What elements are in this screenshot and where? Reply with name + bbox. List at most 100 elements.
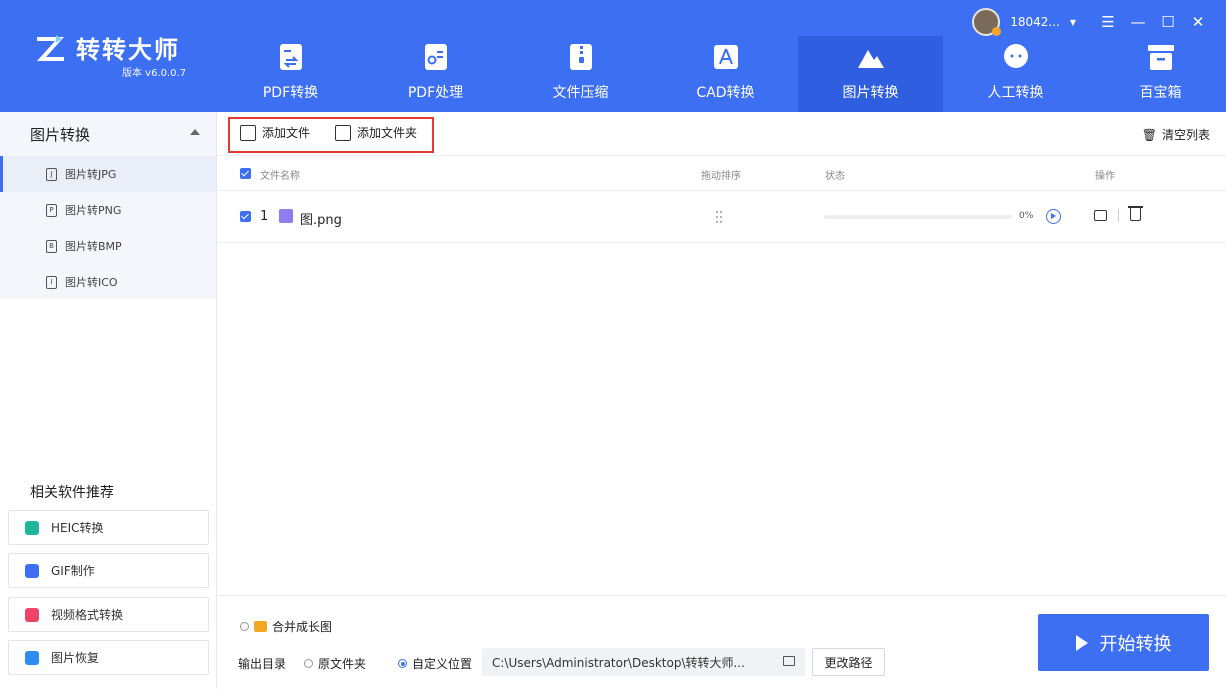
nav-manual-convert[interactable]: 人工转换: [943, 36, 1088, 112]
nav-cad-convert[interactable]: CAD转换: [653, 36, 798, 112]
nav-label: CAD转换: [696, 85, 755, 101]
progress-bar: [824, 215, 1012, 219]
sidebar-item-label: 图片转JPG: [65, 168, 117, 181]
zip-icon: [569, 44, 592, 70]
gif-icon: [25, 563, 39, 578]
progress-text: 0%: [1019, 211, 1034, 221]
pdf-convert-icon: [279, 44, 302, 70]
nav-pdf-convert[interactable]: PDF转换: [218, 36, 363, 112]
recommend-label: HEIC转换: [51, 521, 104, 535]
header-sort: 拖动排序: [701, 171, 741, 182]
menu-icon[interactable]: ☰: [1098, 12, 1118, 32]
recommend-label: 视频格式转换: [51, 608, 124, 622]
row-checkbox[interactable]: [240, 211, 251, 222]
recommend-heic[interactable]: HEIC转换: [8, 510, 209, 545]
nav-label: 图片转换: [842, 85, 899, 101]
app-header: 转转大师 版本 v6.0.0.7 PDF转换 PDF处理 文件压缩 CAD转换 …: [0, 0, 1226, 112]
start-convert-button[interactable]: 开始转换: [1038, 614, 1209, 671]
nav-toolbox[interactable]: 百宝箱: [1088, 36, 1226, 112]
trash-icon: 🗑: [1141, 127, 1157, 142]
chat-icon: [1003, 44, 1028, 68]
merge-radio[interactable]: [240, 622, 249, 631]
file-toolbar: 添加文件 添加文件夹 🗑 清空列表: [218, 112, 1226, 156]
add-file-button[interactable]: 添加文件: [240, 124, 310, 141]
recovery-icon: [25, 650, 39, 665]
add-file-label: 添加文件: [262, 126, 311, 140]
recommend-gif[interactable]: GIF制作: [8, 553, 209, 588]
open-folder-icon[interactable]: [1094, 210, 1107, 221]
select-all-checkbox[interactable]: [240, 168, 251, 179]
play-icon: [1075, 634, 1088, 651]
chevron-down-icon[interactable]: ▼: [1070, 18, 1076, 27]
table-row: 1 图.png 0%: [218, 192, 1226, 243]
sidebar-item-bmp[interactable]: B 图片转BMP: [0, 228, 216, 264]
sidebar-item-label: 图片转PNG: [65, 204, 122, 217]
clear-list-label: 清空列表: [1161, 128, 1210, 142]
avatar[interactable]: [972, 8, 1002, 36]
file-ico-icon: I: [46, 275, 57, 289]
top-bar: 18042... ▼ ☰ — ☐ ✕: [972, 8, 1208, 36]
merge-option[interactable]: 合并成长图: [240, 618, 332, 635]
start-label: 开始转换: [1099, 633, 1172, 655]
add-folder-icon: [335, 124, 351, 141]
original-radio[interactable]: [304, 659, 313, 668]
sidebar-group-title: 图片转换: [30, 125, 91, 144]
divider: [1118, 209, 1119, 222]
vip-icon: [254, 621, 267, 632]
sidebar-item-label: 图片转BMP: [65, 240, 122, 253]
drag-handle-icon[interactable]: [715, 210, 723, 224]
image-file-icon: [279, 209, 293, 223]
file-name: 图.png: [300, 213, 342, 228]
recommend-title: 相关软件推荐: [30, 485, 114, 501]
sidebar: 图片转换 J 图片转JPG P 图片转PNG B 图片转BMP I 图片转ICO…: [0, 112, 217, 689]
row-index: 1: [260, 209, 269, 224]
nav-label: PDF转换: [262, 85, 319, 101]
main-nav: PDF转换 PDF处理 文件压缩 CAD转换 图片转换 人工转换 百宝箱: [218, 36, 1226, 112]
app-version: 版本 v6.0.0.7: [122, 68, 187, 79]
sidebar-group-header[interactable]: 图片转换: [0, 112, 216, 156]
original-label: 原文件夹: [318, 657, 367, 671]
header-name: 文件名称: [260, 171, 300, 182]
nav-label: 文件压缩: [552, 85, 609, 101]
heic-icon: [25, 520, 39, 535]
minimize-icon[interactable]: —: [1128, 12, 1148, 32]
recommend-label: 图片恢复: [51, 651, 100, 665]
sidebar-item-ico[interactable]: I 图片转ICO: [0, 264, 216, 300]
change-path-button[interactable]: 更改路径: [812, 648, 885, 676]
recommend-video[interactable]: 视频格式转换: [8, 597, 209, 632]
logo-z-icon: [34, 33, 68, 63]
nav-label: PDF处理: [407, 85, 464, 101]
add-folder-label: 添加文件夹: [357, 126, 418, 140]
user-name[interactable]: 18042...: [1010, 15, 1060, 29]
option-custom-location[interactable]: 自定义位置: [398, 655, 472, 672]
header-status: 状态: [825, 171, 845, 182]
nav-file-compress[interactable]: 文件压缩: [508, 36, 653, 112]
recommend-recovery[interactable]: 图片恢复: [8, 640, 209, 675]
folder-icon[interactable]: [783, 656, 795, 666]
custom-label: 自定义位置: [412, 657, 473, 671]
merge-label: 合并成长图: [272, 620, 333, 634]
delete-icon[interactable]: [1128, 206, 1143, 221]
custom-radio[interactable]: [398, 659, 407, 668]
nav-pdf-process[interactable]: PDF处理: [363, 36, 508, 112]
sidebar-item-png[interactable]: P 图片转PNG: [0, 192, 216, 228]
image-icon: [857, 50, 884, 68]
clear-list-button[interactable]: 🗑 清空列表: [1142, 126, 1210, 143]
maximize-icon[interactable]: ☐: [1158, 12, 1178, 32]
header-ops: 操作: [1095, 171, 1115, 182]
play-icon[interactable]: [1046, 209, 1061, 224]
nav-label: 人工转换: [987, 85, 1044, 101]
close-icon[interactable]: ✕: [1188, 12, 1208, 32]
recommend-label: GIF制作: [51, 564, 95, 578]
sidebar-item-jpg[interactable]: J 图片转JPG: [0, 156, 216, 192]
file-png-icon: P: [46, 203, 57, 217]
option-original-folder[interactable]: 原文件夹: [304, 655, 366, 672]
nav-image-convert[interactable]: 图片转换: [798, 36, 943, 112]
toolbox-icon: [1147, 45, 1174, 70]
add-folder-button[interactable]: 添加文件夹: [335, 124, 417, 141]
file-bmp-icon: B: [46, 239, 57, 253]
table-header: 文件名称 拖动排序 状态 操作: [218, 157, 1226, 191]
output-path-field[interactable]: C:\Users\Administrator\Desktop\转转大师...: [482, 648, 805, 676]
nav-label: 百宝箱: [1139, 85, 1182, 101]
app-name: 转转大师: [76, 36, 180, 64]
